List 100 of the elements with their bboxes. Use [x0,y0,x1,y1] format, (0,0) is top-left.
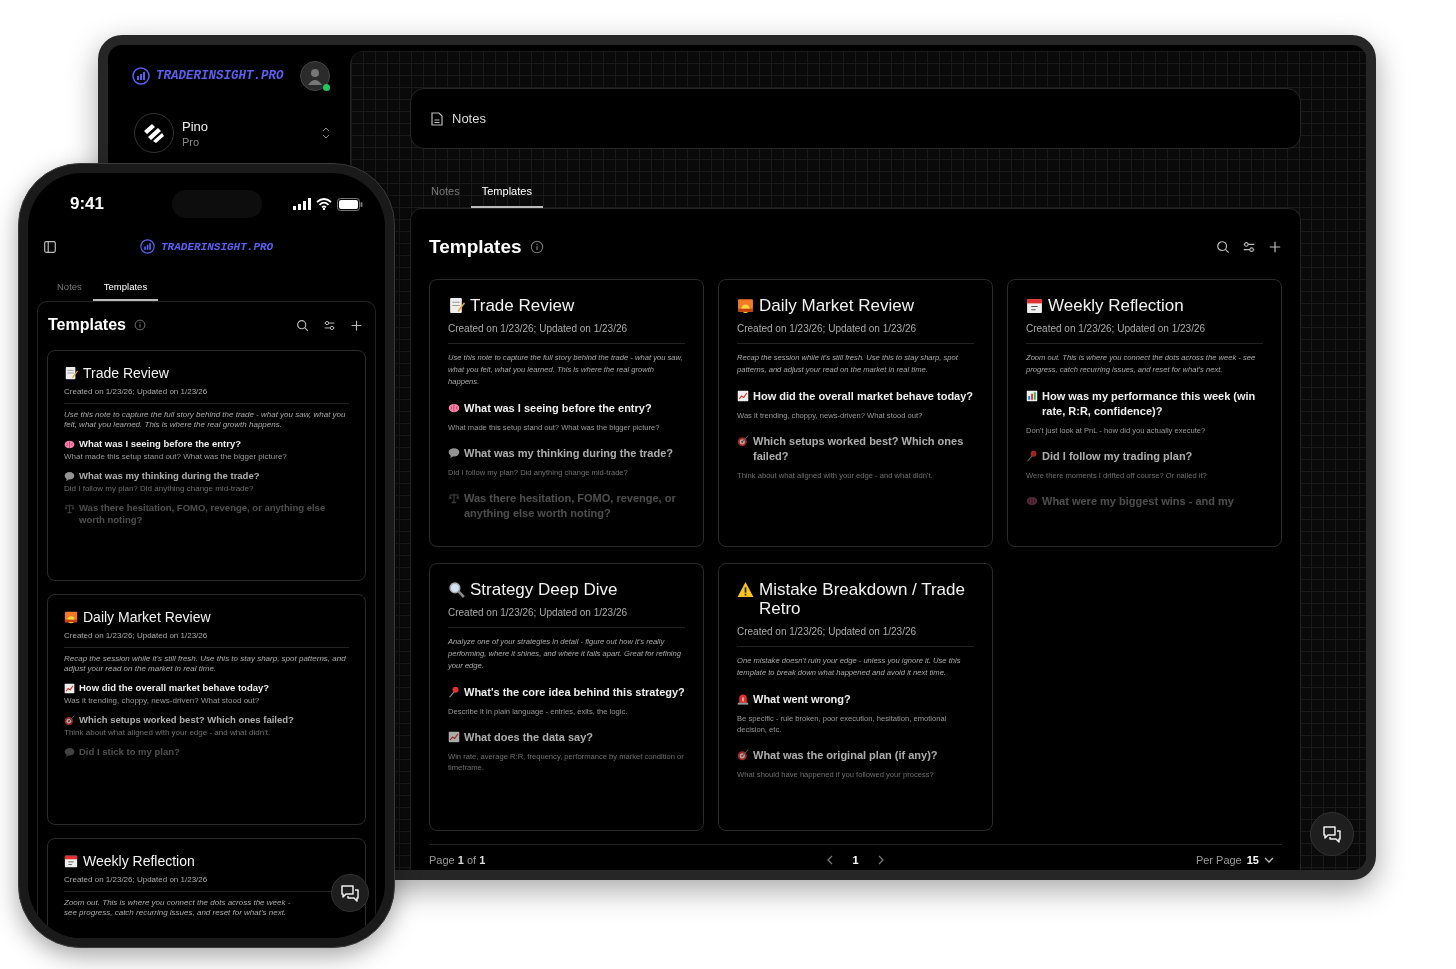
prompt-question: What was my thinking during the trade? [79,470,260,482]
brain-icon [64,439,75,450]
search-icon[interactable] [296,318,309,332]
bar-chart-logo-icon [140,239,155,254]
card-dates: Created on 1/23/26; Updated on 1/23/26 [64,631,209,640]
template-card[interactable] [718,279,993,547]
prompt-question: Did I stick to my plan? [79,746,180,758]
sunrise-icon [64,610,78,624]
calendar-icon [64,854,78,868]
dart-icon [64,715,75,726]
brain-icon [448,402,460,414]
card-title: Strategy Deep Dive [470,580,618,599]
prompt-question: What was I seeing before the entry? [464,401,652,416]
calendar-icon [1026,297,1043,314]
sliders-icon[interactable] [1242,240,1256,254]
chat-icon [340,883,360,903]
plus-icon[interactable] [1268,240,1282,254]
prompt-question: What was I seeing before the entry? [79,438,242,450]
template-card[interactable] [429,563,704,831]
scale-icon [64,503,75,514]
battery-icon [337,197,363,211]
info-icon[interactable] [529,240,544,254]
prompt-question: How did the overall market behave today? [753,389,974,404]
avatar[interactable] [300,61,330,91]
brain-icon [1026,495,1038,507]
workspace-name: Pino [182,118,210,134]
person-silhouette-icon [307,67,323,85]
line-chart-icon [448,731,460,743]
template-card[interactable]: Weekly Reflection Created on 1/23/26; Updated on 1/23/26 Zoom out. This is where you connect the dots across the week - see progress, catch recurring issues, and reset for what's next. [47,838,366,938]
prompt-question: What went wrong? [753,692,851,707]
pushpin-icon [448,686,460,698]
prompt-hint: Was it trending, choppy, news-driven? What stood out? [64,696,261,706]
prompt-hint: Think about what aligned with your edge - and what didn't. [64,728,272,738]
up-down-chevron-icon[interactable] [322,127,330,139]
prompt-question: Was there hesitation, FOMO, revenge, or anything else worth noting? [464,491,677,521]
info-icon[interactable] [133,319,146,331]
prompt-question: What were my biggest wins - and my [1042,494,1234,509]
workspace-plan: Pro [182,135,201,148]
template-card[interactable] [1007,279,1282,547]
notepad-icon [448,297,465,314]
card-title: Weekly Reflection [1048,296,1184,315]
card-dates: Created on 1/23/26; Updated on 1/23/26 [448,323,629,334]
chat-icon [1322,824,1342,844]
bar-chart-logo-icon [132,67,150,85]
bar-chart-icon [1026,390,1038,402]
prompt-hint: Did I follow my plan? Did anything change mid-trade? [64,484,255,494]
chevron-left-icon[interactable] [826,855,835,865]
page-number[interactable]: 1 [852,854,859,866]
template-card[interactable] [718,563,993,831]
notepad-icon [64,366,78,380]
brand-logo: TRADERINSIGHT.PRO [161,240,274,253]
prompt-question: What was my thinking during the trade? [464,446,673,461]
speech-bubble-icon [64,747,75,758]
line-chart-icon [64,683,75,694]
sliders-icon[interactable] [323,318,336,332]
sidebar-toggle-icon[interactable] [44,240,56,253]
card-title: Daily Market Review [759,296,914,315]
page-summary: Page 1 of 1 [429,854,487,866]
siren-icon [737,693,749,705]
per-page-label: Per Page [1195,854,1242,866]
scale-icon [448,492,460,504]
template-card[interactable] [47,350,366,581]
warning-icon [737,581,754,598]
sunrise-icon [737,297,754,314]
card-dates: Created on 1/23/26; Updated on 1/23/26 [64,875,209,884]
chevron-right-icon[interactable] [876,855,885,865]
card-dates: Created on 1/23/26; Updated on 1/23/26 [1026,323,1207,334]
brand-logo: TRADERINSIGHT.PRO [156,69,284,83]
card-title: Trade Review [83,365,169,381]
speech-bubble-icon [64,471,75,482]
magnifier-icon [448,581,465,598]
document-icon [431,111,443,126]
tab[interactable]: Notes [420,176,471,208]
line-chart-icon [737,390,749,402]
prompt-question: What was the original plan (if any)? [753,748,938,763]
wifi-icon [316,198,332,210]
dart-icon [737,749,749,761]
prompt-question: Which setups worked best? Which ones failed? [753,434,965,464]
card-title: Daily Market Review [83,609,211,625]
card-title: Trade Review [470,296,575,315]
card-title: Mistake Breakdown / Trade Retro [759,580,966,618]
plus-icon[interactable] [350,318,363,332]
chevron-down-icon[interactable] [1264,856,1274,864]
per-page-value[interactable]: 15 [1246,854,1259,866]
dart-icon [737,435,749,447]
speech-bubble-icon [448,447,460,459]
tab[interactable]: Notes [46,273,93,301]
prompt-question: Did I follow my trading plan? [1042,449,1193,464]
pushpin-icon [1026,450,1038,462]
panel-title: Templates [429,236,522,258]
prompt-question: What does the data say? [464,730,593,745]
template-card[interactable] [429,279,704,547]
prompt-question: Which setups worked best? Which ones failed? [79,714,294,726]
search-icon[interactable] [1216,240,1230,254]
prompt-question: How was my performance this week (win rate, R:R, confidence)? [1042,389,1257,419]
card-description: Recap the session while it's still fresh. Use this to stay sharp, spot patterns, and adjust your read on the market in real time. [64,654,347,674]
signal-icon [293,198,311,210]
prompt-question: Was there hesitation, FOMO, revenge, or anything else worth noting? [79,502,327,526]
card-dates: Created on 1/23/26; Updated on 1/23/26 [737,323,918,334]
template-card[interactable] [47,594,366,825]
